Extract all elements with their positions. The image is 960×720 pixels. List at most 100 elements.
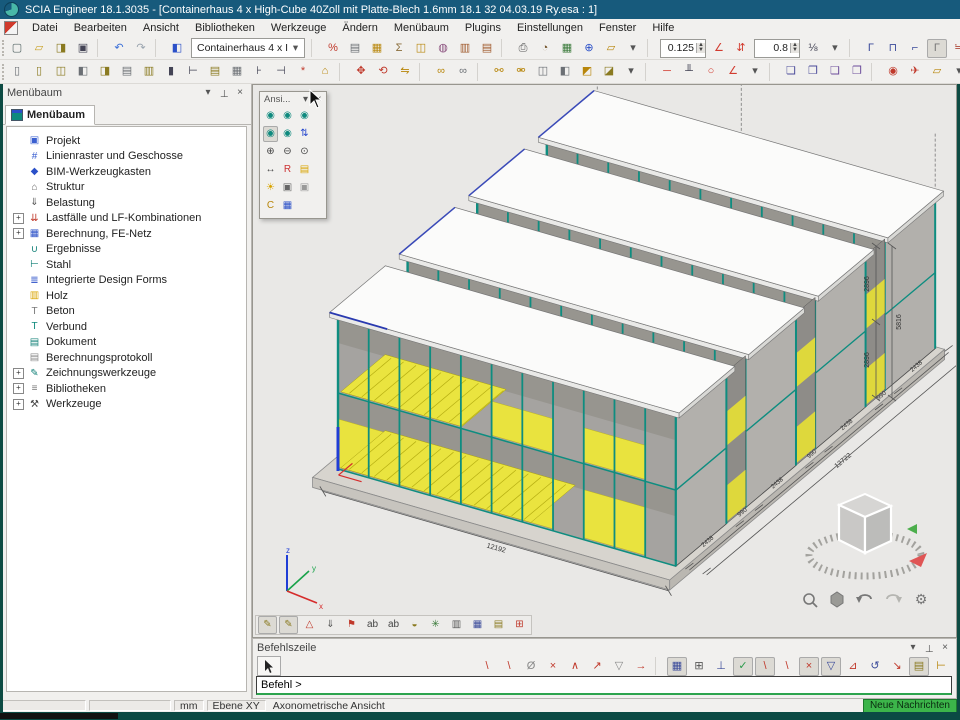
- snap-arc-icon[interactable]: →: [631, 657, 651, 676]
- preview-icon[interactable]: ◔: [535, 39, 555, 58]
- line-grid-icon[interactable]: ⊢: [931, 657, 951, 676]
- menu-werkzeuge[interactable]: Werkzeuge: [263, 20, 334, 36]
- view-rendered-icon[interactable]: ◉: [263, 126, 278, 142]
- column-icon[interactable]: ▯: [7, 62, 27, 81]
- app-menu-icon[interactable]: [4, 21, 18, 35]
- menu-bibliotheken[interactable]: Bibliotheken: [187, 20, 263, 36]
- tab-menubaum[interactable]: Menübaum: [5, 105, 95, 125]
- disconnect-icon[interactable]: ⚮: [511, 62, 531, 81]
- pointer-mode-button[interactable]: [257, 656, 281, 676]
- command-input[interactable]: [256, 676, 952, 695]
- zoom-in-icon[interactable]: ⊕: [263, 144, 278, 160]
- sidebar-item-werkzeuge[interactable]: +⚒Werkzeuge: [7, 397, 246, 413]
- scale-small-spinner[interactable]: 0.125 ▲▼: [660, 39, 706, 58]
- new-project-icon[interactable]: ▢: [7, 39, 27, 58]
- camera-saved-icon[interactable]: ▣: [297, 180, 312, 196]
- sidebar-item-holz[interactable]: ▥Holz: [7, 288, 246, 304]
- multicopy-icon[interactable]: ∞: [453, 62, 473, 81]
- print-view-icon[interactable]: ▤: [297, 162, 312, 178]
- light-icon[interactable]: ☀: [263, 180, 278, 196]
- sidebar-item-bim-werkzeugkasten[interactable]: ◆BIM-Werkzeugkasten: [7, 164, 246, 180]
- panel-menu-icon[interactable]: ▾: [201, 86, 215, 99]
- copy-icon[interactable]: ∞: [431, 62, 451, 81]
- open-project-icon[interactable]: ▱: [29, 39, 49, 58]
- fly-mode-icon[interactable]: ✈: [905, 62, 925, 81]
- document-icon[interactable]: ▱: [601, 39, 621, 58]
- layer-display-icon[interactable]: ▦: [468, 616, 487, 634]
- prefab-icon[interactable]: ▦: [227, 62, 247, 81]
- isometric-view-icon[interactable]: [831, 592, 843, 607]
- snap-line-icon[interactable]: \: [477, 657, 497, 676]
- snap-nearest-icon[interactable]: ↘: [887, 657, 907, 676]
- panel-pin-icon[interactable]: ⊤: [217, 86, 231, 99]
- picture-table-icon[interactable]: ▥: [455, 39, 475, 58]
- paste-special-icon[interactable]: ❏: [781, 62, 801, 81]
- snap-tangent-icon[interactable]: ⊿: [843, 657, 863, 676]
- arc-icon[interactable]: ∠: [723, 62, 743, 81]
- view-wireframe-icon[interactable]: ◉: [297, 108, 312, 124]
- sidebar-item-struktur[interactable]: ⌂Struktur: [7, 180, 246, 196]
- cross-link-icon[interactable]: ◫: [533, 62, 553, 81]
- sidebar-item-projekt[interactable]: ▣Projekt: [7, 133, 246, 149]
- sidebar-item-verbund[interactable]: TVerbund: [7, 319, 246, 335]
- rotate-member-icon[interactable]: ⟲: [373, 62, 393, 81]
- perspective-toggle-icon[interactable]: ✎: [258, 616, 277, 634]
- menu--ndern[interactable]: Ändern: [334, 20, 385, 36]
- print-icon[interactable]: ⎙: [513, 39, 533, 58]
- beam-cross-icon[interactable]: ≒: [949, 39, 960, 58]
- beam-haunch-icon[interactable]: ⊓: [883, 39, 903, 58]
- gallery-icon[interactable]: ◍: [433, 39, 453, 58]
- move-icon[interactable]: ✥: [351, 62, 371, 81]
- calculator-icon[interactable]: ▦: [557, 39, 577, 58]
- beam-default-icon[interactable]: Γ: [861, 39, 881, 58]
- more-scale-icon[interactable]: ▾: [825, 39, 845, 58]
- render-mode-icon[interactable]: ◒: [405, 616, 424, 634]
- snap-endpoint-icon[interactable]: ✓: [733, 657, 753, 676]
- zoom-selection-icon[interactable]: R: [280, 162, 295, 178]
- sidebar-item-bibliotheken[interactable]: +≡Bibliotheken: [7, 381, 246, 397]
- abc-member-icon[interactable]: ab: [384, 616, 403, 634]
- snap-off-icon[interactable]: ×: [799, 657, 819, 676]
- more-draw-icon[interactable]: ▾: [745, 62, 765, 81]
- menu-ansicht[interactable]: Ansicht: [135, 20, 187, 36]
- zoom-fit-icon[interactable]: ↔: [263, 162, 278, 178]
- snap-perp-icon[interactable]: ▽: [821, 657, 841, 676]
- zoom-window-icon[interactable]: ⊙: [297, 144, 312, 160]
- axis-view-icon[interactable]: ⇅: [297, 126, 312, 142]
- camera-icon[interactable]: ▣: [280, 180, 295, 196]
- ortho-icon[interactable]: ⊥: [711, 657, 731, 676]
- more-documents-icon[interactable]: ▾: [623, 39, 643, 58]
- clipping-icon[interactable]: C: [263, 198, 278, 214]
- section-display-icon[interactable]: ▤: [489, 616, 508, 634]
- line-icon[interactable]: ─: [657, 62, 677, 81]
- expander-icon[interactable]: +: [13, 213, 24, 224]
- sidebar-item-belastung[interactable]: ⇓Belastung: [7, 195, 246, 211]
- grid-member-icon[interactable]: ⊣: [271, 62, 291, 81]
- sidebar-item-berechnung-fe-netz[interactable]: +▦Berechnung, FE-Netz: [7, 226, 246, 242]
- project-item-combo[interactable]: Containerhaus 4 x I ▾: [191, 38, 305, 58]
- sidebar-item-berechnungsprotokoll[interactable]: ▤Berechnungsprotokoll: [7, 350, 246, 366]
- undo-icon[interactable]: ↶: [109, 39, 129, 58]
- redo-icon[interactable]: ↷: [131, 39, 151, 58]
- more-view-icon[interactable]: ▾: [949, 62, 960, 81]
- shell-icon[interactable]: ▤: [117, 62, 137, 81]
- opening-icon[interactable]: ◨: [95, 62, 115, 81]
- menu-bearbeiten[interactable]: Bearbeiten: [66, 20, 135, 36]
- beam-selected-icon[interactable]: Γ: [927, 39, 947, 58]
- menu-hilfe[interactable]: Hilfe: [644, 20, 682, 36]
- font-size-icon[interactable]: ⇵: [731, 39, 751, 58]
- sidebar-item-integrierte-design-forms[interactable]: ≣Integrierte Design Forms: [7, 273, 246, 289]
- wall-icon[interactable]: ◧: [73, 62, 93, 81]
- scale-large-spinner[interactable]: 0.8 ▲▼: [754, 39, 800, 58]
- status-workplane[interactable]: Ebene XY: [207, 700, 266, 711]
- zoom-out-icon[interactable]: ⊖: [280, 144, 295, 160]
- toolbar-handle[interactable]: [2, 40, 4, 56]
- panel-close-icon[interactable]: ×: [233, 86, 247, 99]
- haunch-icon[interactable]: ⊢: [183, 62, 203, 81]
- cursor-snap-icon[interactable]: ▦: [667, 657, 687, 676]
- navigation-cube[interactable]: [809, 494, 927, 576]
- expander-icon[interactable]: +: [13, 399, 24, 410]
- snap-midpoint-icon[interactable]: \: [755, 657, 775, 676]
- beam-icon[interactable]: ▯: [29, 62, 49, 81]
- layers-icon[interactable]: ▤: [345, 39, 365, 58]
